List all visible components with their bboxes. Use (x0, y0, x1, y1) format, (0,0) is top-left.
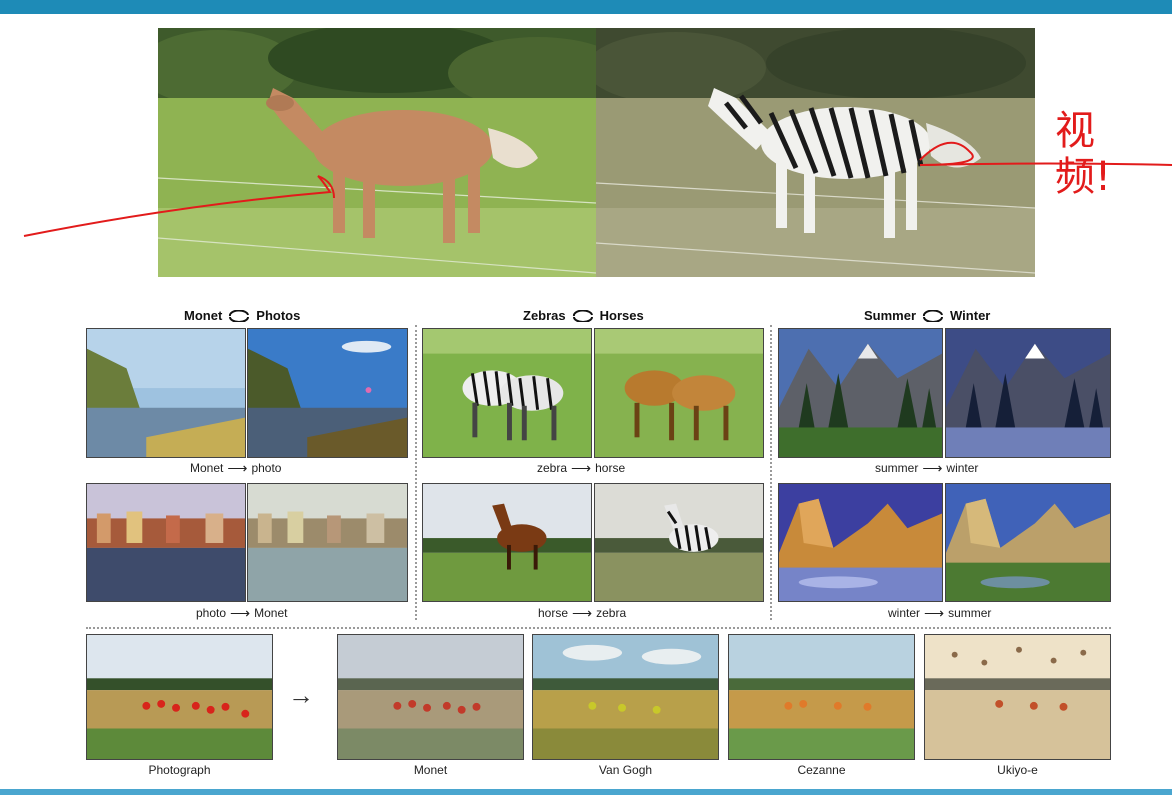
winter-valley (778, 483, 943, 602)
caption-summer-winter: summer ⟶ winter (875, 461, 978, 475)
caption-source: winter (888, 606, 921, 620)
caption-horse-zebra: horse ⟶ zebra (538, 606, 626, 620)
style-van-gogh-label: Van Gogh (598, 763, 653, 777)
summer-mountains (778, 328, 943, 458)
style-monet (337, 634, 524, 760)
group-right-label: Winter (950, 308, 991, 323)
right-arrow-icon: ⟶ (230, 605, 251, 621)
zebras-to-horses (594, 328, 764, 458)
video-frame-horse (158, 28, 596, 277)
source-photograph (86, 634, 273, 760)
group-divider-1 (415, 325, 417, 620)
caption-source: Monet (190, 461, 224, 475)
caption-target: Monet (254, 606, 288, 620)
source-photograph-label: Photograph (148, 763, 211, 777)
right-arrow-icon: ⟶ (922, 460, 943, 476)
caption-target: horse (595, 461, 626, 475)
section-divider (86, 627, 1111, 629)
caption-target: zebra (596, 606, 627, 620)
style-arrow-icon: → (288, 680, 314, 710)
caption-zebra-horse: zebra ⟶ horse (537, 461, 625, 475)
annotation-line-1: 视 (1055, 108, 1095, 154)
caption-source: photo (196, 606, 227, 620)
group-right-label: Horses (599, 308, 644, 323)
caption-winter-summer: winter ⟶ summer (888, 606, 991, 620)
right-arrow-icon: ⟶ (924, 605, 945, 621)
monet-to-photo-1 (247, 328, 408, 458)
caption-source: horse (538, 606, 569, 620)
right-arrow-icon: ⟶ (572, 605, 593, 621)
group-left-label: Summer (864, 308, 917, 323)
caption-source: zebra (537, 461, 568, 475)
group-left-label: Monet (184, 308, 223, 323)
monet-painting-1 (86, 328, 246, 458)
horse-photo (422, 483, 592, 602)
winter-to-summer (945, 483, 1111, 602)
group-title-zebras-horses: Zebras Horses (523, 308, 644, 323)
style-ukiyo-e-label: Ukiyo-e (997, 763, 1038, 777)
caption-target: photo (251, 461, 282, 475)
right-arrow-icon: ⟶ (227, 460, 248, 476)
top-accent-bar (0, 0, 1172, 14)
style-van-gogh (532, 634, 719, 760)
cycle-arrows-icon (923, 309, 944, 322)
right-arrow-icon: ⟶ (571, 460, 592, 476)
group-divider-2 (770, 325, 772, 620)
video-frame-zebra (596, 28, 1035, 277)
caption-source: summer (875, 461, 919, 475)
annotation-line-2: 频! (1055, 154, 1112, 200)
style-cezanne-label: Cezanne (797, 763, 846, 777)
handwritten-annotation: 视 频! (1055, 108, 1111, 200)
style-ukiyo-e (924, 634, 1111, 760)
group-title-monet-photos: Monet Photos (184, 308, 300, 323)
group-right-label: Photos (256, 308, 301, 323)
caption-target: winter (946, 461, 979, 475)
summer-to-winter (945, 328, 1111, 458)
photo-harbor (86, 483, 246, 602)
caption-monet-photo: Monet ⟶ photo (190, 461, 281, 475)
cycle-arrows-icon (229, 309, 250, 322)
style-monet-label: Monet (413, 763, 448, 777)
group-left-label: Zebras (523, 308, 566, 323)
zebras-photo (422, 328, 592, 458)
caption-target: summer (948, 606, 992, 620)
style-cezanne (728, 634, 915, 760)
bottom-accent-bar (0, 789, 1172, 795)
horse-to-zebra (594, 483, 764, 602)
cycle-arrows-icon (572, 309, 593, 322)
caption-photo-monet: photo ⟶ Monet (196, 606, 287, 620)
group-title-summer-winter: Summer Winter (864, 308, 990, 323)
photo-to-monet-harbor (247, 483, 408, 602)
